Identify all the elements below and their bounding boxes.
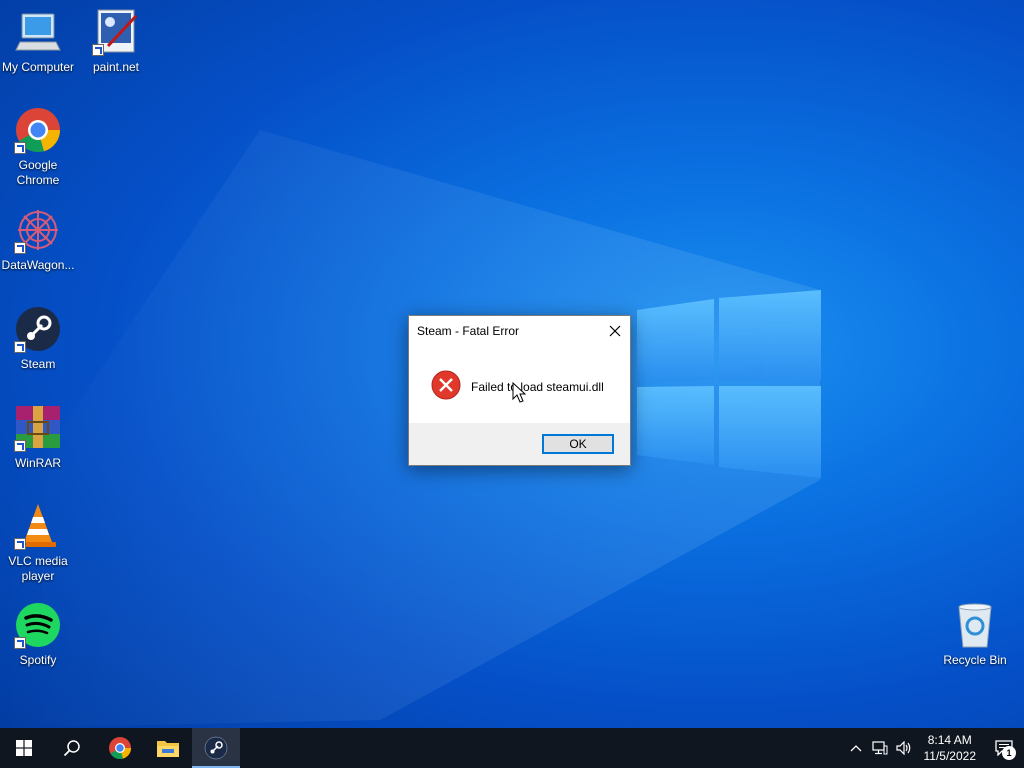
desktop-icon-vlc[interactable]: VLC media player [0,502,76,584]
steam-icon [14,305,62,353]
windows-start-icon [16,740,32,756]
speaker-icon [895,741,910,755]
chrome-icon [14,106,62,154]
shortcut-arrow-icon [14,341,26,353]
shortcut-arrow-icon [14,538,26,550]
desktop-icon-datawagon[interactable]: DataWagon... [0,206,76,273]
winrar-icon [14,404,62,452]
dialog-footer: OK [409,423,630,465]
taskbar-search-button[interactable] [48,728,96,768]
search-icon [63,740,80,757]
chrome-icon [109,737,132,760]
notification-count-badge: 1 [1002,746,1016,760]
desktop-icon-google-chrome[interactable]: Google Chrome [0,106,76,188]
desktop-icon-paint-net[interactable]: paint.net [78,8,154,75]
start-button[interactable] [0,728,48,768]
action-center-button[interactable]: 1 [984,728,1024,768]
clock-time: 8:14 AM [927,733,972,747]
taskbar-chrome-button[interactable] [96,728,144,768]
paint-net-icon [92,8,140,56]
desktop-icon-steam[interactable]: Steam [0,305,76,372]
desktop-icon-recycle-bin[interactable]: Recycle Bin [937,601,1013,668]
taskbar-file-explorer-button[interactable] [144,728,192,768]
close-icon [609,325,621,337]
steam-icon [204,736,228,760]
network-button[interactable] [868,728,892,768]
taskbar-clock[interactable]: 8:14 AM 11/5/2022 [916,732,985,764]
show-hidden-icons-button[interactable] [844,728,868,768]
clock-date: 11/5/2022 [923,749,977,763]
shortcut-arrow-icon [14,637,26,649]
mouse-cursor-icon [512,382,526,403]
chevron-up-icon [850,745,861,752]
ok-button[interactable]: OK [542,434,614,454]
recycle-bin-icon [951,601,999,649]
error-message: Failed to load steamui.dll [471,380,604,394]
shortcut-arrow-icon [14,142,26,154]
taskbar-steam-button[interactable] [192,728,240,768]
volume-button[interactable] [892,728,916,768]
desktop-icon-winrar[interactable]: WinRAR [0,404,76,471]
shortcut-arrow-icon [14,440,26,452]
datawagon-icon [14,206,62,254]
error-icon [431,370,461,400]
dialog-title-bar[interactable]: Steam - Fatal Error [409,316,630,346]
shortcut-arrow-icon [14,242,26,254]
taskbar: 8:14 AM 11/5/2022 1 [0,728,1024,768]
spotify-icon [14,601,62,649]
folder-icon [157,741,179,757]
desktop-icon-spotify[interactable]: Spotify [0,601,76,668]
desktop-icon-my-computer[interactable]: My Computer [0,8,76,75]
shortcut-arrow-icon [92,44,104,56]
computer-icon [14,8,62,56]
dialog-title: Steam - Fatal Error [417,324,520,338]
network-icon [871,741,887,755]
vlc-cone-icon [14,502,62,550]
dialog-close-button[interactable] [600,316,630,346]
system-tray: 8:14 AM 11/5/2022 1 [844,728,1024,768]
